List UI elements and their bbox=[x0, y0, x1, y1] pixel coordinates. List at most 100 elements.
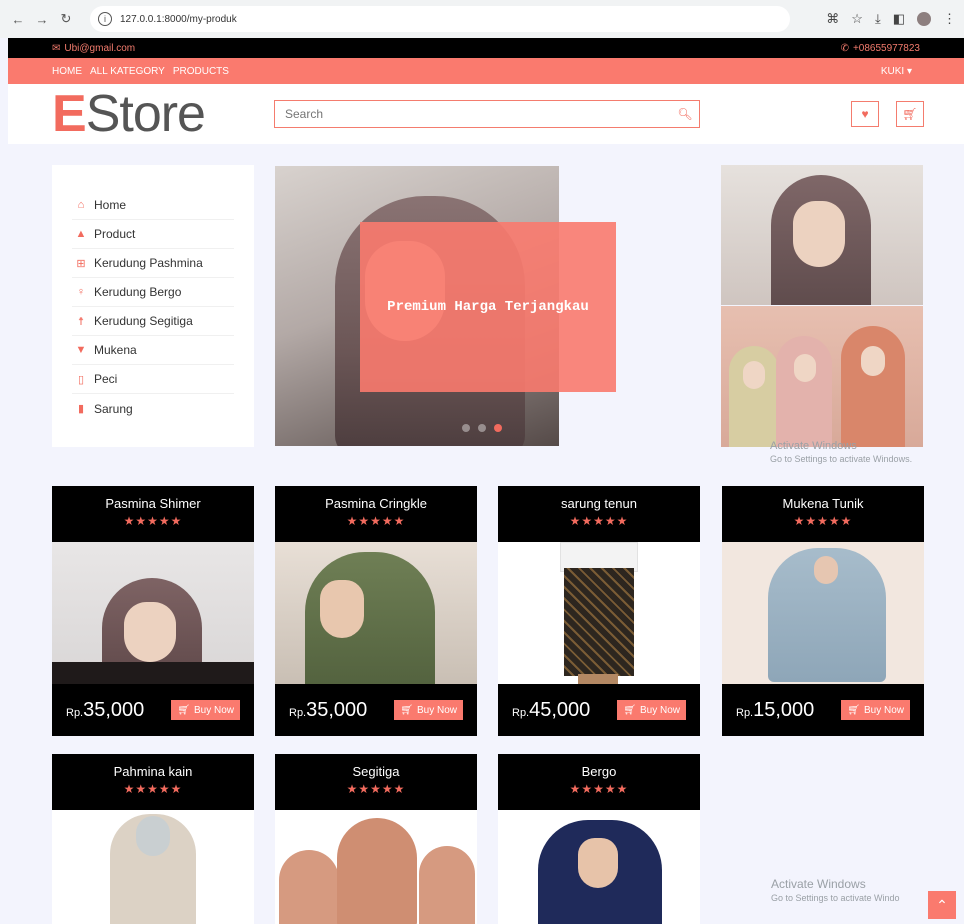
watermark-title: Activate Windows bbox=[770, 440, 857, 452]
product-image[interactable] bbox=[275, 542, 477, 684]
product-image[interactable] bbox=[52, 810, 254, 924]
buy-now-label: Buy Now bbox=[416, 704, 457, 716]
shirt-icon: ▼ bbox=[75, 344, 87, 356]
sidebar-item-label: Mukena bbox=[94, 343, 137, 357]
product-image[interactable] bbox=[722, 542, 924, 684]
profile-avatar[interactable] bbox=[917, 12, 931, 26]
child-icon: ☨ bbox=[78, 315, 84, 328]
sidebar-item-mukena[interactable]: ▼ Mukena bbox=[72, 336, 234, 365]
activate-windows-watermark-2: Activate Windows Go to Settings to activ… bbox=[771, 877, 900, 905]
reload-icon[interactable]: ↻ bbox=[56, 9, 76, 29]
rating-stars: ★★★★★ bbox=[346, 782, 406, 796]
forward-icon[interactable]: → bbox=[32, 9, 52, 29]
site-header: EStore 🔍︎ ♥ 🛒︎ bbox=[8, 84, 964, 144]
product-image[interactable] bbox=[498, 810, 700, 924]
sidebar-item-kerudung-segitiga[interactable]: ☨ Kerudung Segitiga bbox=[72, 307, 234, 336]
email-contact[interactable]: ✉ Ubi@gmail.com bbox=[52, 43, 135, 54]
estore-logo[interactable]: EStore bbox=[52, 85, 206, 143]
watermark-subtitle: Go to Settings to activate Windo bbox=[771, 893, 900, 903]
nav-all-kategory[interactable]: ALL KATEGORY bbox=[90, 66, 165, 77]
battery-icon: ▮ bbox=[77, 403, 85, 415]
female-icon: ♀ bbox=[76, 286, 86, 298]
translate-icon[interactable]: ⌘ bbox=[826, 11, 839, 27]
buy-now-button[interactable]: 🛒︎ Buy Now bbox=[841, 700, 910, 720]
sidebar-item-label: Product bbox=[94, 227, 136, 241]
bookmark-star-icon[interactable]: ☆ bbox=[851, 11, 863, 27]
cart-icon: 🛒︎ bbox=[847, 704, 860, 716]
carousel-dot[interactable] bbox=[462, 424, 470, 432]
product-name[interactable]: Mukena Tunik bbox=[722, 496, 924, 511]
product-card: Pasmina Shimer ★★★★★ Rp.35,000 🛒︎ Buy Now bbox=[52, 486, 254, 736]
user-menu[interactable]: KUKI ▾ bbox=[881, 66, 912, 77]
caret-down-icon: ▾ bbox=[906, 65, 912, 77]
nav-home[interactable]: HOME bbox=[52, 66, 82, 77]
cart-button[interactable]: 🛒︎ bbox=[896, 101, 924, 127]
sidebar-item-label: Kerudung Pashmina bbox=[94, 256, 203, 270]
envelope-icon: ✉ bbox=[52, 42, 61, 54]
main-nav: HOME ALL KATEGORY PRODUCTS KUKI ▾ bbox=[8, 58, 964, 84]
carousel-indicators bbox=[462, 424, 502, 432]
carousel-dot-active[interactable] bbox=[494, 424, 502, 432]
product-image[interactable] bbox=[275, 810, 477, 924]
sidebar-item-label: Kerudung Bergo bbox=[94, 285, 182, 299]
product-name[interactable]: Pasmina Cringkle bbox=[275, 496, 477, 511]
product-image[interactable] bbox=[498, 542, 700, 684]
cart-icon: 🛒︎ bbox=[400, 704, 413, 716]
cart-icon: 🛒︎ bbox=[177, 704, 190, 716]
promo-image-1[interactable] bbox=[721, 165, 923, 305]
buy-now-button[interactable]: 🛒︎ Buy Now bbox=[394, 700, 463, 720]
product-name[interactable]: Pahmina kain bbox=[52, 764, 254, 779]
download-icon[interactable]: ⤓ bbox=[875, 11, 881, 27]
sidebar-item-home[interactable]: ⌂ Home bbox=[72, 191, 234, 220]
user-name: KUKI bbox=[880, 65, 905, 77]
product-name[interactable]: Segitiga bbox=[275, 764, 477, 779]
buy-now-label: Buy Now bbox=[639, 704, 680, 716]
category-sidebar: ⌂ Home ▲ Product ⊞ Kerudung Pashmina ♀ Kerud… bbox=[52, 165, 254, 447]
product-card: Segitiga ★★★★★ bbox=[275, 754, 477, 924]
heart-icon: ♥ bbox=[861, 107, 869, 121]
address-bar[interactable]: i 127.0.0.1:8000/my-produk bbox=[90, 6, 790, 32]
logo-text: Store bbox=[85, 85, 206, 143]
buy-now-button[interactable]: 🛒︎ Buy Now bbox=[617, 700, 686, 720]
back-icon[interactable]: ← bbox=[8, 9, 28, 29]
product-name[interactable]: Bergo bbox=[498, 764, 700, 779]
back-to-top-button[interactable]: ⌃ bbox=[928, 891, 956, 919]
buy-now-label: Buy Now bbox=[863, 704, 904, 716]
phone-contact[interactable]: ✆ +08655977823 bbox=[841, 43, 920, 54]
carousel-caption: Premium Harga Terjangkau bbox=[387, 299, 589, 315]
cart-icon: 🛒︎ bbox=[623, 704, 636, 716]
price-currency: Rp. bbox=[289, 706, 307, 719]
sidebar-item-label: Home bbox=[94, 198, 127, 212]
search-input[interactable] bbox=[285, 107, 671, 121]
product-name[interactable]: Pasmina Shimer bbox=[52, 496, 254, 511]
nav-products[interactable]: PRODUCTS bbox=[173, 66, 229, 77]
product-card: Mukena Tunik ★★★★★ Rp.15,000 🛒︎ Buy Now bbox=[722, 486, 924, 736]
watermark-title: Activate Windows bbox=[771, 877, 866, 891]
sidebar-item-kerudung-bergo[interactable]: ♀ Kerudung Bergo bbox=[72, 278, 234, 307]
promo-image-2[interactable] bbox=[721, 306, 923, 447]
rating-stars: ★★★★★ bbox=[569, 782, 629, 796]
product-name[interactable]: sarung tenun bbox=[498, 496, 700, 511]
sidebar-item-kerudung-pashmina[interactable]: ⊞ Kerudung Pashmina bbox=[72, 249, 234, 278]
rating-stars: ★★★★★ bbox=[346, 514, 406, 528]
phone-text: +08655977823 bbox=[852, 42, 920, 54]
price-currency: Rp. bbox=[736, 706, 754, 719]
sidebar-item-peci[interactable]: ▯ Peci bbox=[72, 365, 234, 394]
sidebar-item-product[interactable]: ▲ Product bbox=[72, 220, 234, 249]
sidebar-item-sarung[interactable]: ▮ Sarung bbox=[72, 394, 234, 423]
address-url: 127.0.0.1:8000/my-produk bbox=[120, 13, 237, 25]
sidepanel-icon[interactable]: ◧ bbox=[893, 11, 905, 27]
search-icon[interactable]: 🔍︎ bbox=[671, 107, 699, 121]
rating-stars: ★★★★★ bbox=[793, 514, 853, 528]
buy-now-button[interactable]: 🛒︎ Buy Now bbox=[171, 700, 240, 720]
activate-windows-watermark: Activate Windows Go to Settings to activ… bbox=[770, 440, 912, 466]
site-info-icon[interactable]: i bbox=[98, 12, 112, 26]
carousel-dot[interactable] bbox=[478, 424, 486, 432]
product-image[interactable] bbox=[52, 542, 254, 684]
product-card: Pasmina Cringkle ★★★★★ Rp.35,000 🛒︎ Buy Now bbox=[275, 486, 477, 736]
mobile-icon: ▯ bbox=[77, 373, 85, 386]
rating-stars: ★★★★★ bbox=[123, 782, 183, 796]
browser-menu-icon[interactable]: ⋮ bbox=[943, 11, 956, 27]
wishlist-button[interactable]: ♥ bbox=[851, 101, 879, 127]
browser-toolbar: ← → ↻ i 127.0.0.1:8000/my-produk ⌘ ☆ ⤓ ◧… bbox=[0, 0, 964, 38]
